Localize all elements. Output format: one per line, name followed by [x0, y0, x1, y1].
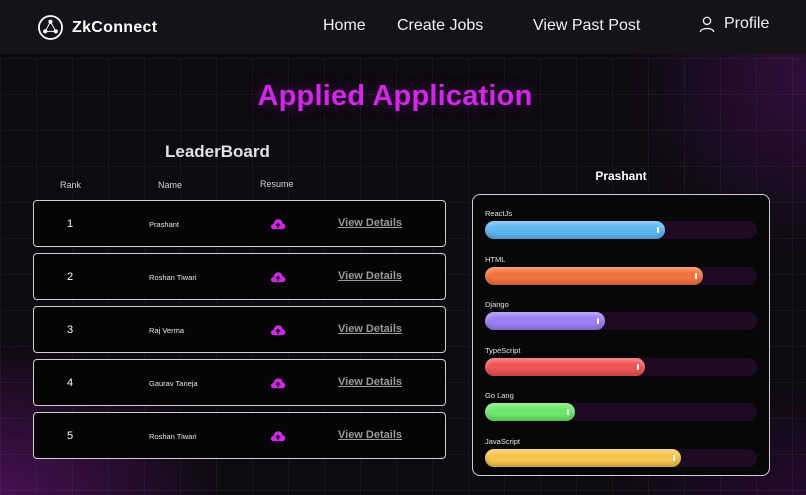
cloud-upload-icon[interactable] [270, 377, 286, 389]
skill-track [485, 221, 757, 239]
cloud-upload-icon[interactable] [270, 430, 286, 442]
nav-view-past-post-link[interactable]: View Past Post [533, 17, 640, 35]
nav-create-jobs-link[interactable]: Create Jobs [397, 17, 483, 35]
table-row: 5 Roshan Tiwari View Details [33, 412, 446, 459]
skill-knob [694, 272, 697, 279]
table-row: 4 Gaurav Taneja View Details [33, 359, 446, 406]
row-rank: 1 [66, 218, 74, 230]
skill-knob [672, 455, 675, 461]
navbar: ZkConnect Home Create Jobs View Past Pos… [0, 0, 806, 54]
row-name: Roshan Tiwari [149, 273, 197, 282]
page-title: Applied Application [257, 80, 533, 112]
view-details-link[interactable]: View Details [338, 376, 402, 388]
cloud-upload-icon[interactable] [270, 271, 286, 283]
skill-fill [485, 266, 703, 285]
nav-profile-label: Profile [724, 15, 770, 32]
skill-label: Go Lang [485, 391, 514, 401]
skill-knob [596, 318, 599, 325]
column-header-resume: Resume [260, 179, 294, 189]
skill-label: TypeScript [485, 345, 521, 355]
skill-label: ReactJs [485, 209, 513, 218]
skill-fill [485, 403, 575, 422]
skill-track [485, 312, 757, 331]
skill-fill [485, 221, 665, 239]
skill-knob [656, 227, 659, 233]
skill-label: HTML [485, 254, 506, 264]
brand-name: ZkConnect [72, 18, 158, 36]
view-details-link[interactable]: View Details [338, 270, 402, 282]
user-icon [699, 16, 715, 33]
skill-bar-go-lang: Go Lang [485, 391, 757, 431]
skills-card: ReactJs HTML Django TypeScript Go Lang JavaSc… [472, 194, 770, 476]
skill-track [485, 357, 757, 376]
cloud-upload-icon[interactable] [270, 324, 286, 336]
leaderboard-title: LeaderBoard [165, 142, 270, 161]
skill-bar-reactjs: ReactJs [485, 209, 757, 249]
skill-track [485, 403, 757, 422]
skill-fill [485, 449, 681, 467]
skill-label: JavaScript [485, 437, 521, 446]
skill-knob [637, 363, 640, 370]
column-header-rank: Rank [60, 180, 82, 190]
skill-track [485, 449, 757, 467]
view-details-link[interactable]: View Details [338, 217, 402, 229]
view-details-link[interactable]: View Details [338, 429, 402, 441]
table-row: 1 Prashant View Details [33, 200, 446, 247]
row-name: Gaurav Taneja [149, 379, 198, 388]
table-row: 3 Raj Verma View Details [33, 306, 446, 353]
cloud-upload-icon[interactable] [270, 218, 286, 230]
candidate-name: Prashant [595, 169, 647, 183]
skill-fill [485, 312, 605, 331]
brand-logo[interactable]: ZkConnect [38, 15, 157, 40]
row-rank: 5 [66, 430, 74, 442]
nav-home-link[interactable]: Home [323, 17, 366, 35]
row-rank: 3 [66, 324, 74, 336]
row-name: Prashant [149, 220, 180, 229]
column-header-name: Name [158, 180, 183, 190]
view-details-link[interactable]: View Details [338, 323, 402, 335]
skill-track [485, 266, 757, 285]
nav-profile-link[interactable]: Profile [698, 15, 769, 33]
skill-knob [566, 409, 569, 416]
skill-bar-javascript: JavaScript [485, 437, 757, 477]
skill-label: Django [485, 300, 509, 310]
zk-logo-icon [38, 15, 63, 40]
skill-bar-django: Django [485, 300, 757, 340]
row-rank: 2 [66, 271, 74, 283]
skill-bar-typescript: TypeScript [485, 346, 757, 386]
table-row: 2 Roshan Tiwari View Details [33, 253, 446, 300]
row-name: Roshan Tiwari [149, 432, 197, 441]
skill-bar-html: HTML [485, 255, 757, 295]
row-rank: 4 [66, 377, 74, 389]
skill-fill [485, 357, 646, 376]
row-name: Raj Verma [149, 326, 185, 335]
